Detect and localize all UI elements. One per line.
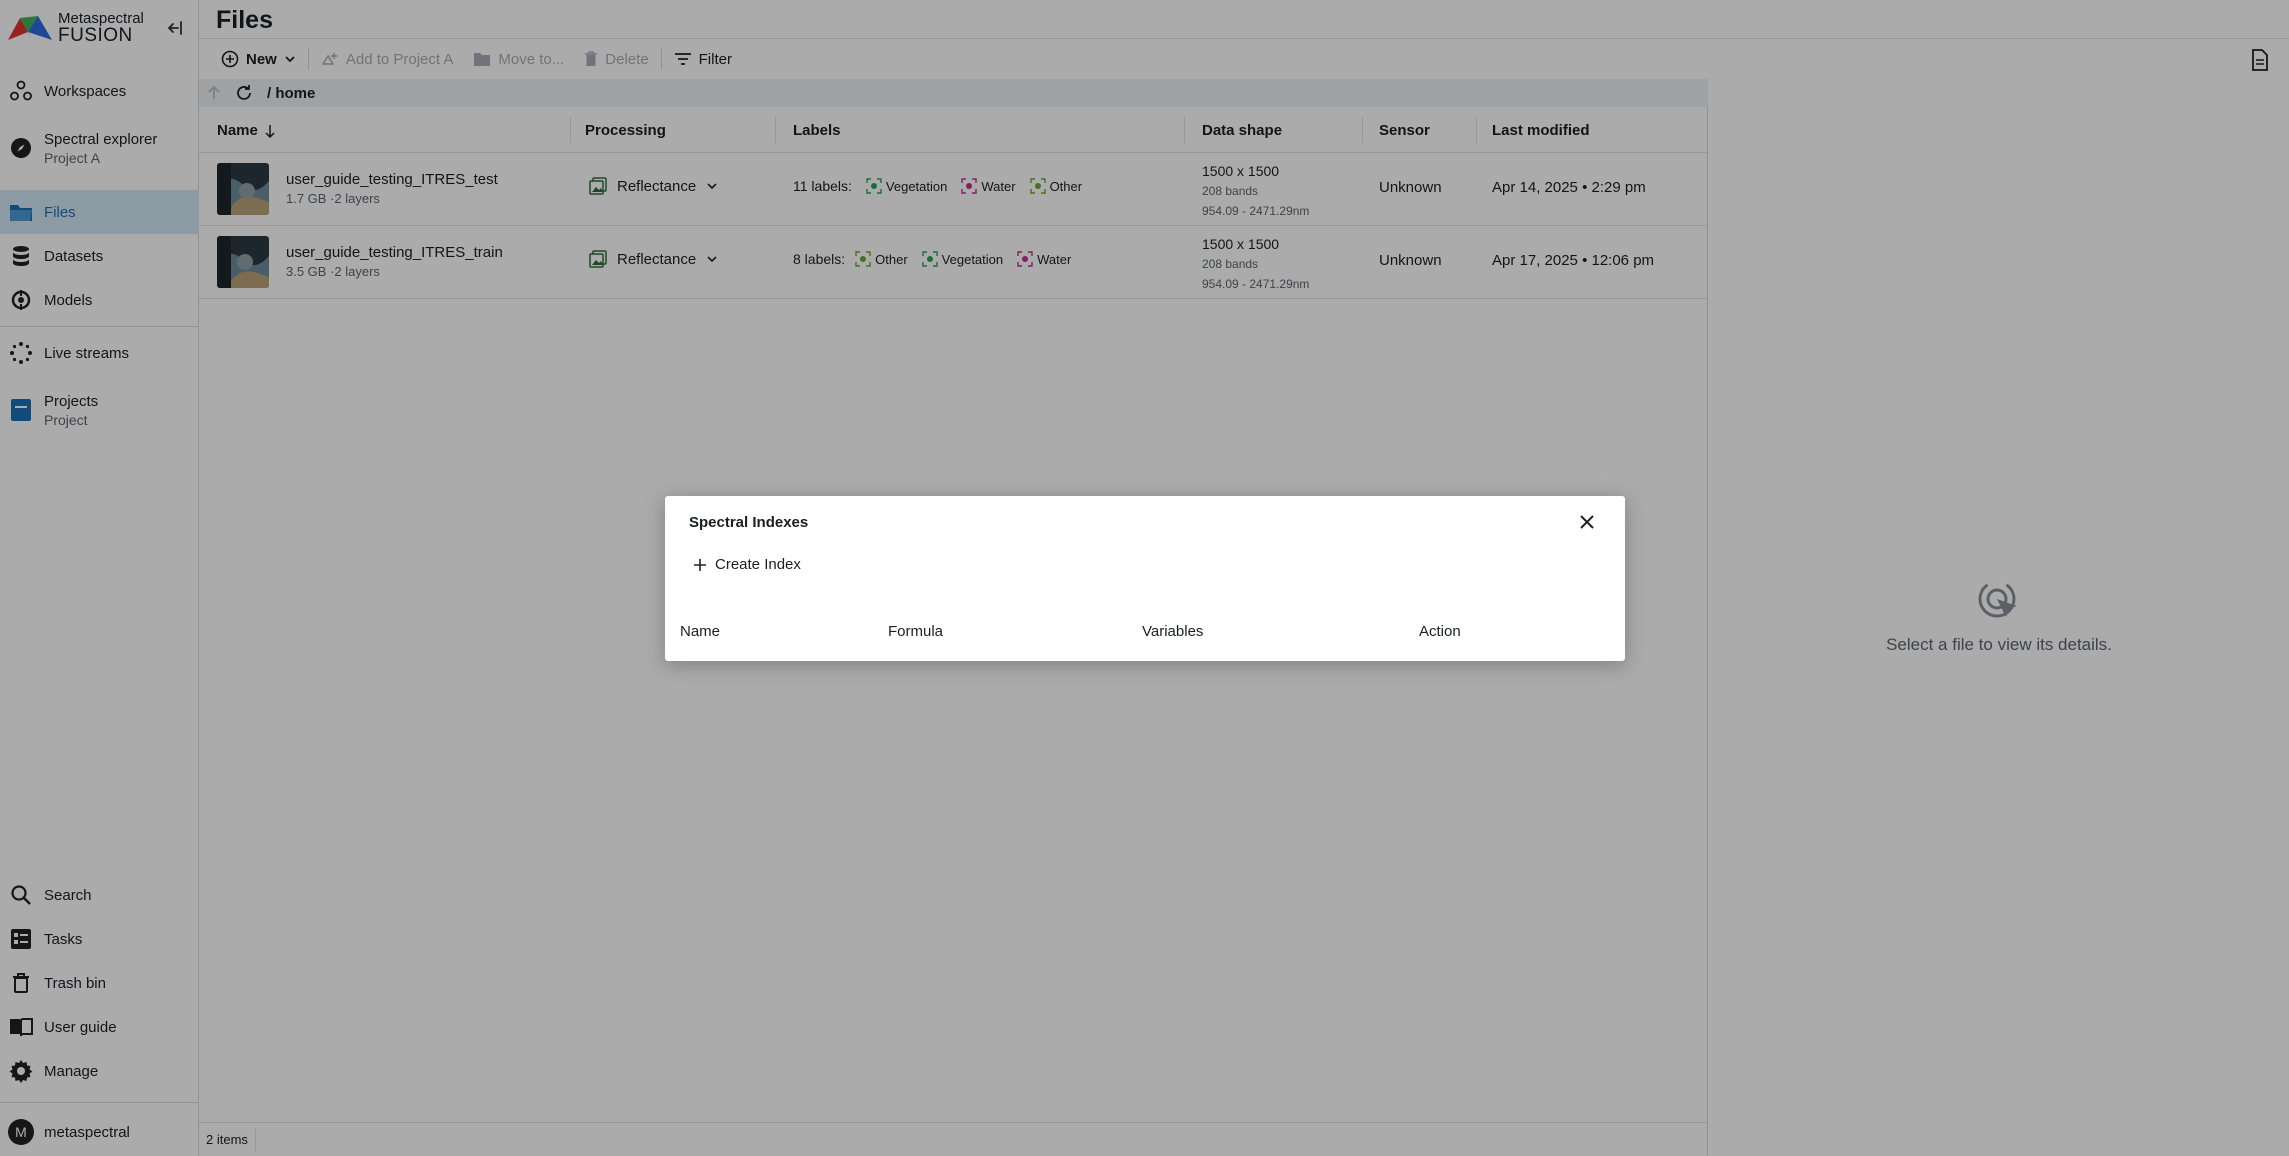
create-index-button[interactable]: Create Index (693, 556, 801, 573)
dialog-title: Spectral Indexes (689, 514, 809, 531)
spectral-indexes-dialog: Spectral Indexes Create Index Name Formu… (665, 496, 1625, 661)
plus-icon (694, 558, 706, 571)
close-icon[interactable] (1577, 512, 1597, 532)
dialog-column-name: Name (680, 623, 721, 640)
dialog-column-formula: Formula (888, 623, 944, 640)
dialog-column-action: Action (1419, 623, 1461, 640)
dialog-column-variables: Variables (1142, 623, 1204, 640)
